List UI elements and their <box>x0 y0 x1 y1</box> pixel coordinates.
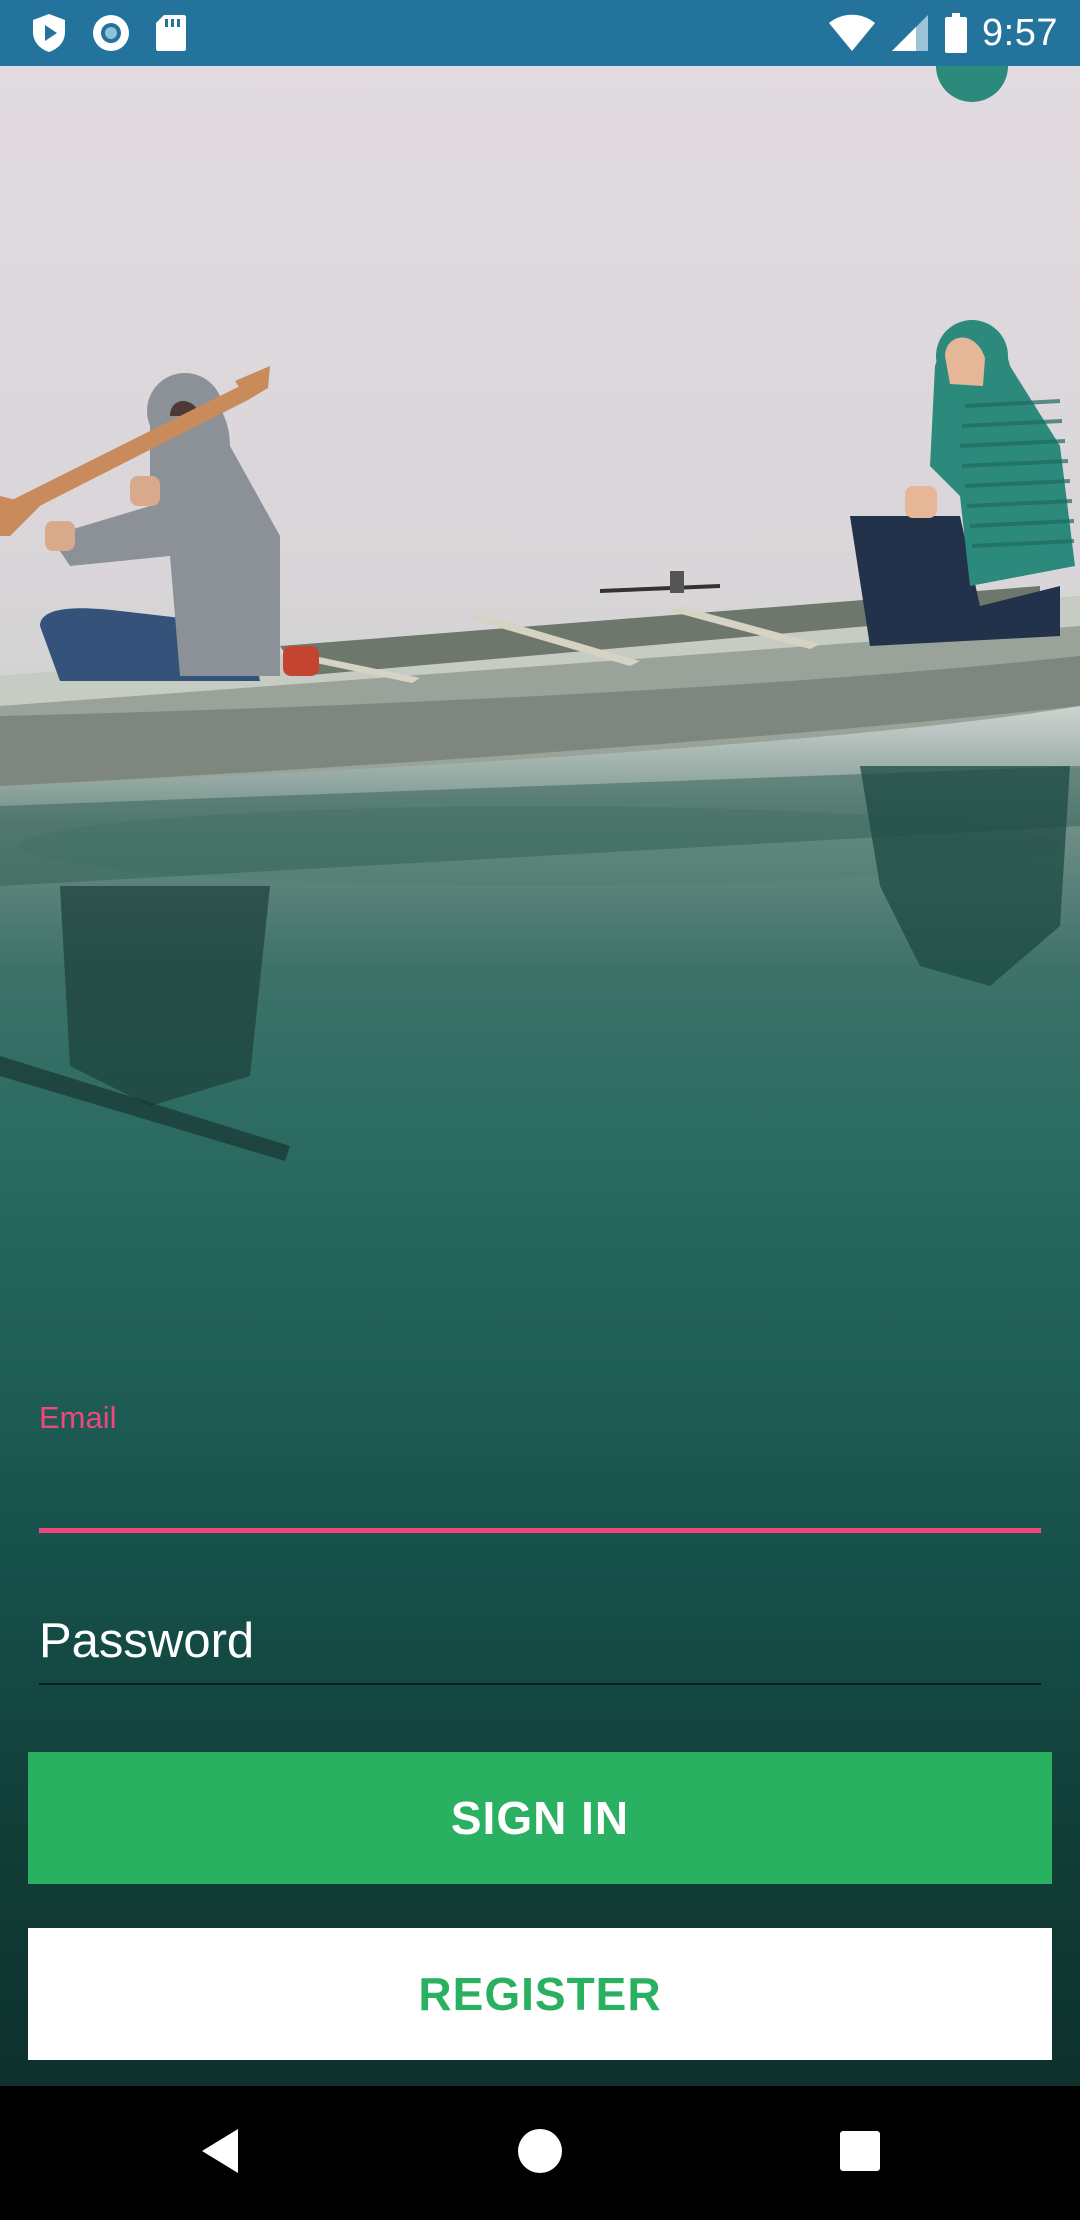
email-focus-underline <box>39 1528 1041 1533</box>
status-time: 9:57 <box>982 11 1058 54</box>
email-field[interactable] <box>39 1450 1041 1530</box>
battery-icon <box>944 12 968 54</box>
password-field[interactable] <box>39 1605 1041 1677</box>
home-button[interactable] <box>460 2086 620 2220</box>
sign-in-button[interactable]: SIGN IN <box>28 1752 1052 1884</box>
play-protect-icon <box>30 12 68 54</box>
login-screen: 9:57 Email SIGN IN REGISTER <box>0 0 1080 2220</box>
home-icon <box>516 2127 564 2180</box>
password-underline <box>39 1683 1041 1685</box>
back-icon <box>198 2126 242 2181</box>
sd-card-icon <box>154 13 188 53</box>
status-bar: 9:57 <box>0 0 1080 66</box>
sync-circle-icon <box>90 12 132 54</box>
recents-button[interactable] <box>780 2086 940 2220</box>
email-label: Email <box>39 1400 117 1435</box>
cell-signal-icon <box>890 13 930 53</box>
system-nav-bar <box>0 2086 1080 2220</box>
register-button[interactable]: REGISTER <box>28 1928 1052 2060</box>
recents-icon <box>839 2130 881 2177</box>
wifi-icon <box>828 13 876 53</box>
back-button[interactable] <box>140 2086 300 2220</box>
